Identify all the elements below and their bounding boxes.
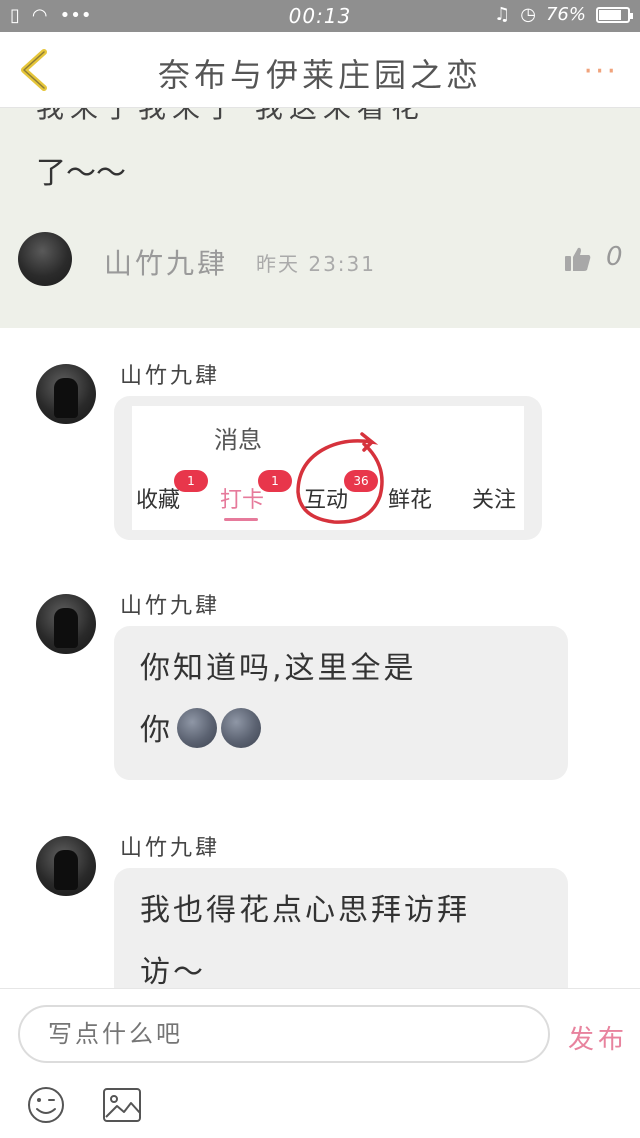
screenshot-title: 消息	[214, 426, 262, 454]
mute-bell-icon: ♫	[494, 4, 511, 25]
red-circle-annotation	[296, 432, 384, 524]
post-text-cut: 我来了我来了 我这来看花	[36, 108, 425, 126]
comment-input[interactable]	[18, 1005, 550, 1063]
screenshot-tab: 收藏	[136, 488, 181, 513]
status-bar: ▯ ◠ ••• 00:13 ♫ ◷ 76%	[0, 0, 640, 32]
message-line: 我也得花点心思拜访拜	[140, 893, 470, 928]
post-text: 了～～	[36, 156, 126, 191]
message-text: 你	[140, 713, 173, 748]
avatar[interactable]	[36, 836, 96, 896]
sender-name: 山竹九肆	[120, 364, 221, 389]
image-icon[interactable]	[102, 1087, 142, 1123]
new-moon-face-icon	[177, 707, 217, 748]
alarm-icon: ◷	[520, 4, 536, 25]
thumbs-up-icon[interactable]	[564, 246, 592, 272]
message-line: 你知道吗,这里全是	[140, 651, 417, 686]
active-tab-underline	[224, 518, 258, 521]
avatar[interactable]	[36, 364, 96, 424]
new-moon-face-icon	[221, 707, 261, 748]
avatar[interactable]	[18, 232, 72, 286]
like-count: 0	[606, 242, 623, 272]
message-line: 你	[140, 700, 542, 762]
sender-name: 山竹九肆	[120, 594, 221, 619]
title-bar: 奈布与伊莱庄园之恋 ···	[0, 32, 640, 108]
battery-icon	[596, 6, 633, 23]
smiley-icon[interactable]	[26, 1085, 66, 1125]
highlighted-post: 我来了我来了 我这来看花 了～～ 山竹九肆 昨天 23:31 0	[0, 108, 640, 328]
battery-percent: 76%	[545, 4, 586, 25]
screenshot-tab: 关注	[472, 488, 517, 513]
screenshot-image[interactable]: 消息 收藏 1 打卡 1 互动 36 鲜花 关注	[132, 406, 524, 530]
post-time: 昨天 23:31	[256, 252, 376, 276]
sender-name: 山竹九肆	[120, 836, 221, 861]
post-author[interactable]: 山竹九肆	[104, 242, 228, 282]
status-right-icons: ♫ ◷ 76%	[494, 4, 633, 25]
more-options-button[interactable]: ···	[583, 54, 618, 89]
comment-bar: 发布	[0, 988, 640, 1138]
message-bubble[interactable]: 你知道吗,这里全是 你	[114, 626, 568, 780]
screenshot-tab: 鲜花	[388, 488, 433, 513]
send-button[interactable]: 发布	[568, 1019, 628, 1056]
notification-badge: 1	[174, 470, 208, 492]
page-title: 奈布与伊莱庄园之恋	[157, 56, 482, 94]
screenshot-tab-active: 打卡	[220, 488, 265, 513]
avatar[interactable]	[36, 594, 96, 654]
notification-badge: 1	[258, 470, 292, 492]
